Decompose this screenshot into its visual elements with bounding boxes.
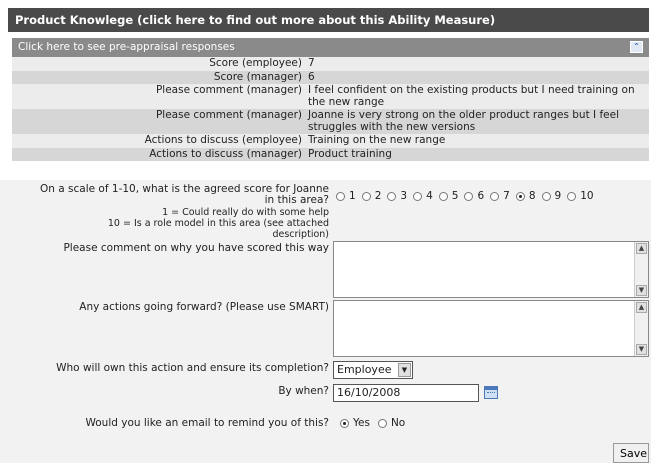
- scroll-up-icon[interactable]: ▲: [636, 302, 647, 313]
- actions-textarea[interactable]: ▲ ▼: [333, 300, 649, 357]
- score-option-label: 6: [477, 190, 485, 202]
- scale-hint-line3: description): [272, 229, 329, 240]
- double-chevron-up-icon[interactable]: ⌃: [630, 41, 643, 53]
- score-option-label: 7: [503, 190, 510, 202]
- score-radio-2[interactable]: [361, 191, 371, 201]
- row-value: 6: [308, 70, 315, 83]
- score-option-label: 3: [400, 190, 408, 202]
- score-radio-7[interactable]: [490, 191, 500, 201]
- owner-label: Who will own this action and ensure its …: [56, 362, 329, 374]
- preappraisal-toggle-label: Click here to see pre-appraisal response…: [18, 41, 235, 53]
- row-value: I feel confident on the existing product…: [308, 84, 635, 108]
- email-yes-radio[interactable]: [340, 418, 349, 428]
- row-label: Score (employee): [209, 57, 302, 69]
- when-label: By when?: [278, 385, 329, 397]
- scroll-up-icon[interactable]: ▲: [636, 243, 647, 254]
- scroll-down-icon[interactable]: ▼: [636, 344, 647, 355]
- score-option-label: 1: [349, 190, 356, 202]
- row-value: Joanne is very strong on the older produ…: [308, 109, 619, 133]
- email-radio-group: Yes No: [340, 417, 405, 429]
- actions-label: Any actions going forward? (Please use S…: [79, 301, 329, 313]
- owner-selected-value: Employee: [337, 363, 392, 376]
- scroll-down-icon[interactable]: ▼: [636, 285, 647, 296]
- row-value: 7: [308, 57, 315, 69]
- score-radio-8[interactable]: [515, 191, 525, 201]
- score-radio-5[interactable]: [438, 191, 448, 201]
- scale-hint-line1: 1 = Could really do with some help: [162, 207, 329, 218]
- email-no-label: No: [390, 417, 406, 429]
- save-button[interactable]: Save: [613, 443, 649, 463]
- row-value: Training on the new range: [308, 134, 446, 146]
- table-row: Please comment (manager) I feel confident…: [12, 84, 649, 109]
- actions-scrollbar[interactable]: ▲ ▼: [634, 301, 648, 356]
- row-value: Product training: [308, 147, 392, 160]
- table-row: Please comment (manager) Joanne is very s…: [12, 109, 649, 134]
- date-value: 16/10/2008: [337, 386, 401, 399]
- score-option-label: 5: [451, 190, 459, 202]
- calendar-icon[interactable]: [484, 386, 498, 399]
- owner-select[interactable]: Employee ▼: [333, 361, 413, 379]
- score-radio-9[interactable]: [541, 191, 551, 201]
- email-yes-label: Yes: [353, 417, 370, 429]
- row-label: Actions to discuss (manager): [149, 147, 302, 160]
- row-label: Please comment (manager): [155, 109, 302, 121]
- date-input[interactable]: 16/10/2008: [333, 384, 479, 402]
- table-row: Actions to discuss (manager) Product trai…: [12, 147, 649, 161]
- table-row: Actions to discuss (employee) Training on…: [12, 134, 649, 148]
- score-radio-4[interactable]: [413, 191, 423, 201]
- email-label: Would you like an email to remind you of…: [85, 417, 329, 429]
- chevron-down-icon[interactable]: ▼: [398, 363, 411, 377]
- score-radio-group: 1 2 3 4 5 6 7 8 9 10: [336, 190, 596, 202]
- ability-measure-header[interactable]: Product Knowlege (click here to find out…: [8, 8, 649, 32]
- score-question-line2: in this area?: [264, 194, 329, 206]
- comment-scrollbar[interactable]: ▲ ▼: [634, 242, 648, 297]
- preappraisal-responses-table: Score (employee) 7 Score (manager) 6 Pleas…: [12, 57, 649, 161]
- score-option-label: 2: [374, 190, 382, 202]
- score-option-label: 8: [528, 190, 536, 202]
- preappraisal-toggle[interactable]: Click here to see pre-appraisal response…: [12, 38, 649, 57]
- row-label: Please comment (manager): [155, 84, 302, 96]
- row-label: Actions to discuss (employee): [144, 134, 302, 146]
- score-radio-1[interactable]: [336, 191, 345, 201]
- email-no-radio[interactable]: [377, 418, 387, 428]
- table-row: Score (manager) 6: [12, 70, 649, 84]
- score-option-label: 4: [426, 190, 433, 202]
- score-radio-10[interactable]: [567, 191, 577, 201]
- scale-hint-line2: 10 = Is a role model in this area (see a…: [107, 218, 329, 229]
- row-label: Score (manager): [213, 70, 302, 83]
- score-radio-3[interactable]: [387, 191, 397, 201]
- comment-textarea[interactable]: ▲ ▼: [333, 241, 649, 298]
- table-row: Score (employee) 7: [12, 57, 649, 71]
- score-radio-6[interactable]: [464, 191, 474, 201]
- score-option-label: 9: [554, 190, 562, 202]
- score-option-label: 10: [580, 190, 594, 202]
- comment-label: Please comment on why you have scored th…: [63, 242, 329, 254]
